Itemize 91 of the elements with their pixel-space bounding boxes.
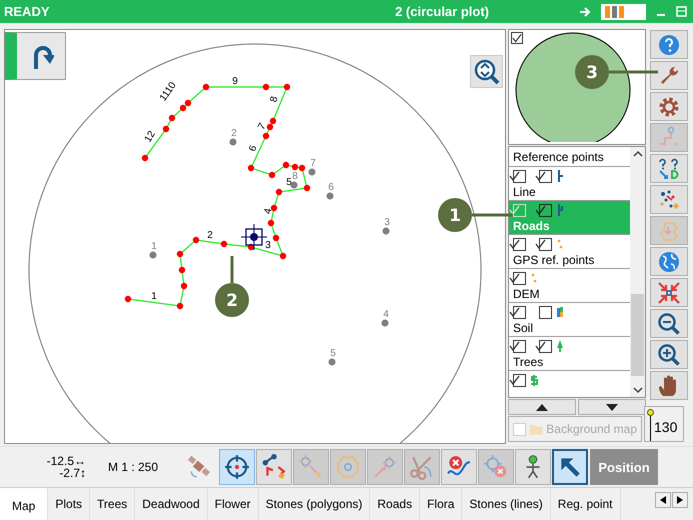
tool-button[interactable] [256,449,292,485]
point-label: 3 [384,217,390,228]
position-marker [240,224,268,250]
slider-thumb[interactable] [647,409,654,416]
callout-badge: 3 [575,55,658,89]
segment-label: 9 [232,76,238,87]
globe-icon [657,250,681,274]
zoom-icon [472,58,500,86]
layer-name: Line [513,186,537,199]
right-icon [677,496,683,504]
segment-label: 2 [207,230,213,241]
segment-label: 4 [262,208,274,215]
indicator-icon [601,4,646,20]
tab-scroll-right-button[interactable] [672,492,688,508]
layer-name: Roads [513,220,551,233]
help-icon [657,32,681,56]
move-up-button[interactable] [508,399,576,415]
help-icon [657,156,681,180]
scrollbar[interactable] [630,147,645,397]
scroll-up-icon[interactable] [632,150,642,158]
background-map-label: Background map [546,422,637,436]
restore-icon[interactable] [676,6,687,17]
coordinate-text: -2.7↕ [59,467,86,479]
layer-name: Soil [513,322,534,335]
window-title: 2 (circular plot) [395,4,489,19]
callout-badge: 1 [438,198,513,232]
tool-button[interactable] [515,449,551,485]
tab[interactable]: Map [0,488,48,520]
layer-icon [528,373,540,387]
point-label: 8 [292,171,298,182]
segment-label: 12 [142,129,158,144]
checkbox[interactable] [511,32,523,44]
point-label: 6 [328,182,334,193]
zoom-out-icon [657,312,681,336]
segment-label: 8 [268,95,280,104]
rotate-button[interactable] [5,32,66,80]
move-point-icon [298,454,324,480]
zoom-slider[interactable]: 130 [644,406,684,442]
coordinate-text: -12.5↔ [46,455,86,467]
tool-button[interactable] [650,309,688,338]
segment-label: 7 [256,122,268,132]
tool-button[interactable] [650,185,688,214]
edit-line-icon [261,454,287,480]
satellite-icon [187,454,213,480]
target-icon [224,454,250,480]
zoom-range-button[interactable] [470,55,503,88]
segment-label: 3 [265,240,271,251]
layer-icon [554,305,566,319]
delete-point-icon [483,454,509,480]
tool-button[interactable] [219,449,255,485]
layer-name: DEM [513,288,541,301]
up-icon [536,404,548,410]
tool-button[interactable] [552,449,588,485]
arrow-icon[interactable] [579,6,591,18]
segment-label: 1 [151,291,157,302]
tool-button[interactable] [650,340,688,369]
gear-icon [657,94,681,118]
scale-text: M 1 : 250 [108,460,160,474]
slider-value: 130 [654,419,678,435]
shape-point-icon [335,454,361,480]
point-label: 5 [330,348,336,359]
point-label: 1 [151,241,157,252]
point-label: 2 [231,128,237,139]
point-label: 4 [383,309,389,320]
move-down-button[interactable] [578,399,646,415]
tool-button[interactable] [650,154,688,183]
status-text: READY [4,4,50,19]
checkbox[interactable] [539,306,552,318]
tab-scroll-left-button[interactable] [655,492,671,508]
minimap[interactable] [508,29,646,145]
tool-button[interactable] [650,247,688,276]
road-vertex[interactable] [248,244,254,250]
tool-button[interactable] [650,278,688,307]
collapse-icon [657,280,681,304]
zoom-in-icon [657,342,681,366]
layer-icon [554,339,566,353]
tool-button[interactable] [650,371,688,400]
add-point-icon [372,454,398,480]
segment-label: 5 [286,177,292,188]
tool-button[interactable] [650,61,688,90]
layer-name: GPS ref. points [513,254,596,267]
tool-button[interactable] [441,449,477,485]
point-label: 7 [310,158,316,169]
segment-label: 6 [247,144,260,153]
tool-button[interactable] [650,92,688,121]
reference-point[interactable] [290,182,298,188]
tool-button[interactable] [650,30,688,59]
layer-name: Trees [513,356,544,369]
scroll-down-icon[interactable] [632,386,642,394]
down-icon [606,404,618,410]
left-icon [660,496,666,504]
